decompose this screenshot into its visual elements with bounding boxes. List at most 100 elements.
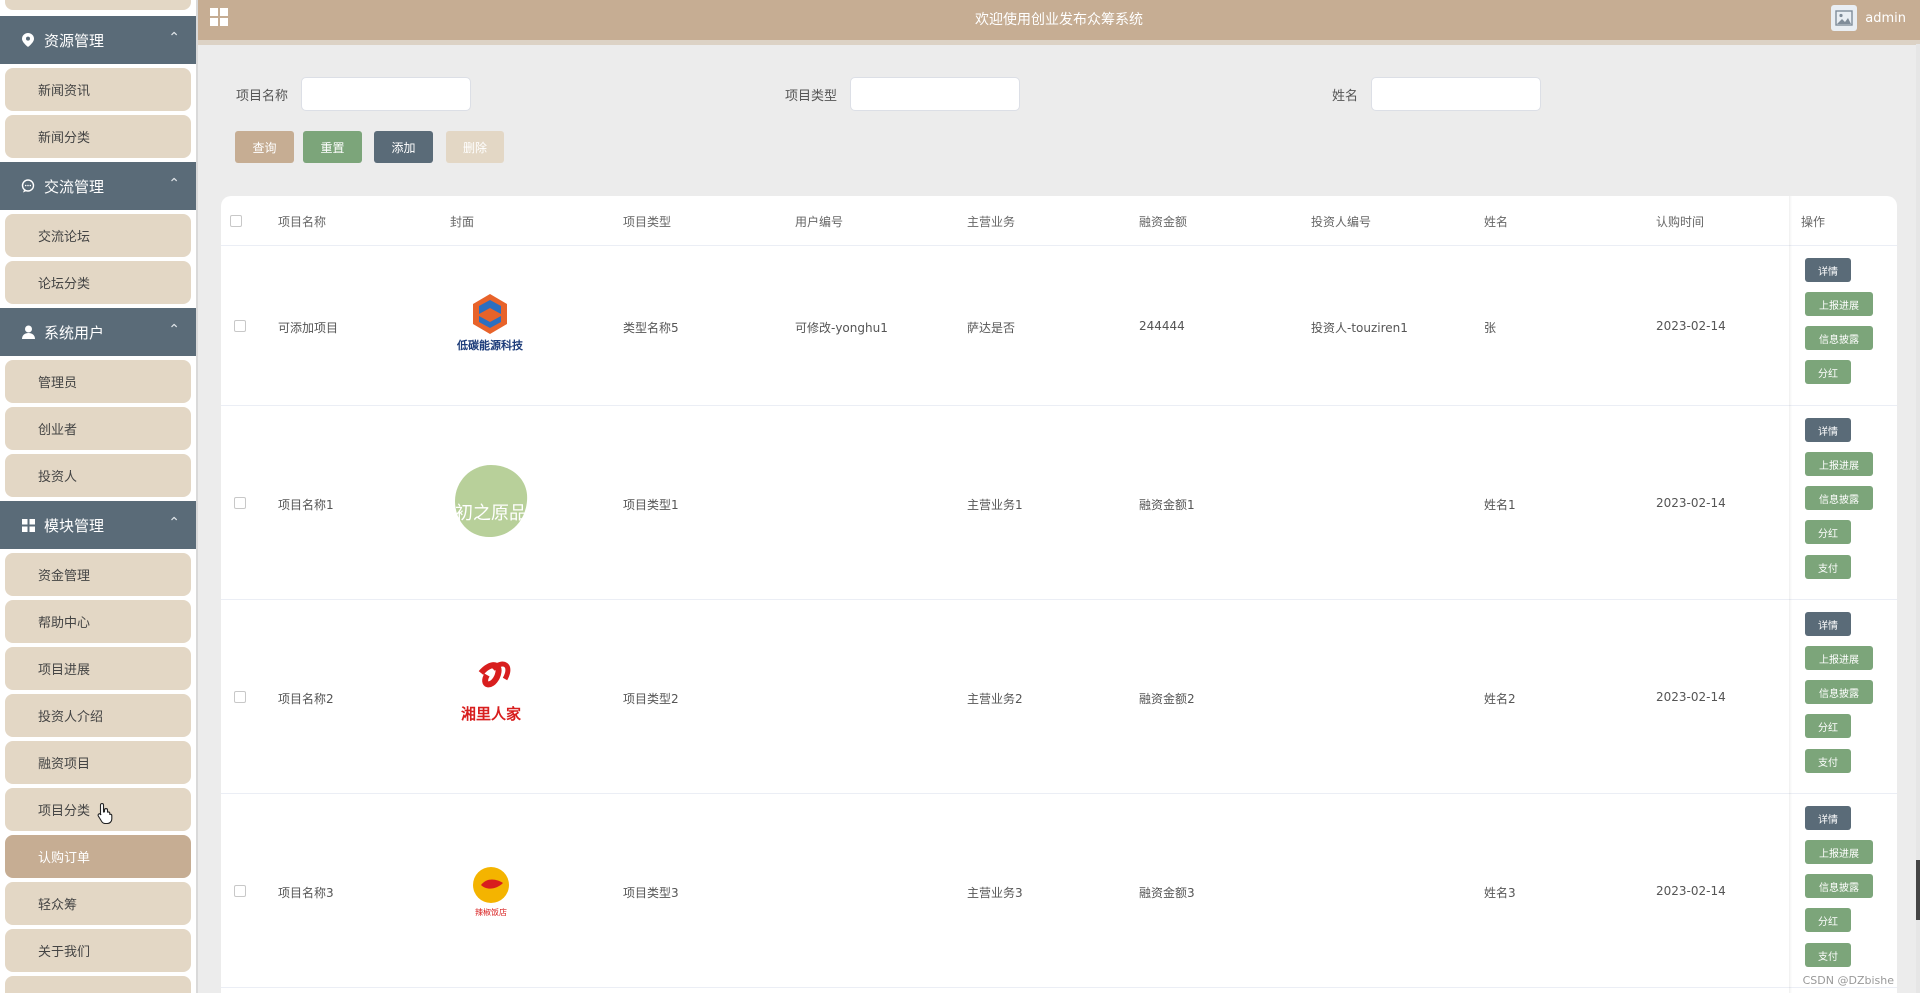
sidebar-item-partial[interactable] [5,0,191,10]
detail-button[interactable]: 详情 [1805,258,1851,282]
detail-button[interactable]: 详情 [1805,612,1851,636]
sidebar-group-label: 系统用户 [44,323,105,342]
cell-person: 姓名2 [1484,692,1516,706]
delete-button[interactable]: 删除 [446,131,504,163]
column-header: 姓名 [1484,215,1509,229]
cell-time: 2023-02-14 [1656,884,1726,898]
sidebar-item-subscription-orders[interactable]: 认购订单 [5,835,191,878]
add-button[interactable]: 添加 [374,131,433,163]
chevron-up-icon: ⌃ [168,30,180,46]
cell-amount: 融资金额3 [1139,886,1195,900]
pay-button[interactable]: 支付 [1805,555,1851,579]
select-all-checkbox[interactable] [230,215,242,227]
sidebar-item-investor-intro[interactable]: 投资人介绍 [5,694,191,737]
sidebar-item-help[interactable]: 帮助中心 [5,600,191,643]
dividend-button[interactable]: 分红 [1805,714,1851,738]
cell-amount: 融资金额2 [1139,692,1195,706]
scrollbar-thumb[interactable] [1916,860,1920,920]
cell-amount: 融资金额1 [1139,498,1195,512]
disclosure-button[interactable]: 信息披露 [1805,874,1873,898]
location-pin-icon [20,32,36,48]
sidebar-group-system-users[interactable]: 系统用户 ⌃ [0,308,196,356]
sidebar-group-communication[interactable]: 交流管理 ⌃ [0,162,196,210]
cell-project-name: 项目名称1 [278,498,334,512]
sidebar-item-funds[interactable]: 资金管理 [5,553,191,596]
search-panel: 项目名称 项目类型 姓名 查询 重置 添加 删除 [198,45,1920,175]
cell-business: 主营业务2 [967,692,1023,706]
detail-button[interactable]: 详情 [1805,418,1851,442]
cover-image: 辣椒饭店 [461,859,521,919]
project-name-input[interactable] [301,77,471,111]
row-checkbox[interactable] [234,497,246,509]
disclosure-button[interactable]: 信息披露 [1805,680,1873,704]
sidebar-item-about-us[interactable]: 关于我们 [5,929,191,972]
project-type-input[interactable] [850,77,1020,111]
sidebar-item-label: 项目进展 [38,663,91,678]
cell-investor-no: 投资人-touziren1 [1311,321,1408,335]
row-checkbox[interactable] [234,320,246,332]
user-icon [20,324,36,340]
sidebar-item-investor[interactable]: 投资人 [5,454,191,497]
reset-button[interactable]: 重置 [303,131,362,163]
username[interactable]: admin [1865,11,1906,26]
detail-button[interactable]: 详情 [1805,806,1851,830]
sidebar-item-project-category[interactable]: 项目分类 [5,788,191,831]
person-name-input[interactable] [1371,77,1541,111]
sidebar-item-progress[interactable]: 项目进展 [5,647,191,690]
sidebar: 资源管理 ⌃ 新闻资讯 新闻分类 交流管理 ⌃ 交流论坛 论坛分类 系统用户 ⌃… [0,0,196,993]
data-table: 项目名称 封面 项目类型 用户编号 主营业务 融资金额 投资人编号 姓名 认购时… [221,196,1897,993]
column-header: 认购时间 [1656,215,1705,229]
sidebar-group-modules[interactable]: 模块管理 ⌃ [0,501,196,549]
svg-text:低碳能源科技: 低碳能源科技 [456,338,524,352]
row-checkbox[interactable] [234,691,246,703]
project-type-label: 项目类型 [785,89,838,104]
report-progress-button[interactable]: 上报进展 [1805,292,1873,316]
column-header: 操作 [1801,215,1826,229]
query-button[interactable]: 查询 [235,131,294,163]
chevron-up-icon: ⌃ [168,176,180,192]
sidebar-item-news-category[interactable]: 新闻分类 [5,115,191,158]
sidebar-item-light-crowdfunding[interactable]: 轻众筹 [5,882,191,925]
cell-user-no: 可修改-yonghu1 [795,321,888,335]
svg-text:初之原品: 初之原品 [455,503,527,524]
dividend-button[interactable]: 分红 [1805,360,1851,384]
chevron-up-icon: ⌃ [168,515,180,531]
sidebar-item-forum[interactable]: 交流论坛 [5,214,191,257]
chat-icon [20,178,36,194]
column-header: 封面 [450,215,475,229]
sidebar-item-admin[interactable]: 管理员 [5,360,191,403]
cell-time: 2023-02-14 [1656,690,1726,704]
disclosure-button[interactable]: 信息披露 [1805,486,1873,510]
dividend-button[interactable]: 分红 [1805,520,1851,544]
report-progress-button[interactable]: 上报进展 [1805,646,1873,670]
sidebar-item-label: 论坛分类 [38,277,91,292]
disclosure-button[interactable]: 信息披露 [1805,326,1873,350]
sidebar-group-label: 模块管理 [44,516,105,535]
pay-button[interactable]: 支付 [1805,749,1851,773]
avatar[interactable] [1831,5,1857,31]
table-row: 项目名称3 辣椒饭店 项目类型3 主营业务3 融资金额3 姓名3 2023-02… [221,794,1897,988]
column-header: 项目类型 [623,215,672,229]
sidebar-item-entrepreneur[interactable]: 创业者 [5,407,191,450]
table-header: 项目名称 封面 项目类型 用户编号 主营业务 融资金额 投资人编号 姓名 认购时… [221,196,1897,246]
sidebar-item-partial-bottom[interactable] [5,976,191,993]
pay-button[interactable]: 支付 [1805,943,1851,967]
sidebar-group-resources[interactable]: 资源管理 ⌃ [0,16,196,64]
sidebar-item-label: 交流论坛 [38,230,91,245]
sidebar-item-forum-category[interactable]: 论坛分类 [5,261,191,304]
dividend-button[interactable]: 分红 [1805,908,1851,932]
sidebar-item-financing[interactable]: 融资项目 [5,741,191,784]
cell-person: 姓名1 [1484,498,1516,512]
scrollbar-track[interactable] [1916,44,1920,993]
sidebar-item-news[interactable]: 新闻资讯 [5,68,191,111]
report-progress-button[interactable]: 上报进展 [1805,840,1873,864]
cell-amount: 244444 [1139,319,1185,333]
sidebar-item-label: 新闻资讯 [38,84,91,99]
cell-project-name: 可添加项目 [278,321,339,335]
cell-business: 主营业务1 [967,498,1023,512]
person-name-label: 姓名 [1332,89,1359,104]
cell-project-name: 项目名称2 [278,692,334,706]
row-checkbox[interactable] [234,885,246,897]
sidebar-item-label: 创业者 [38,423,78,438]
report-progress-button[interactable]: 上报进展 [1805,452,1873,476]
